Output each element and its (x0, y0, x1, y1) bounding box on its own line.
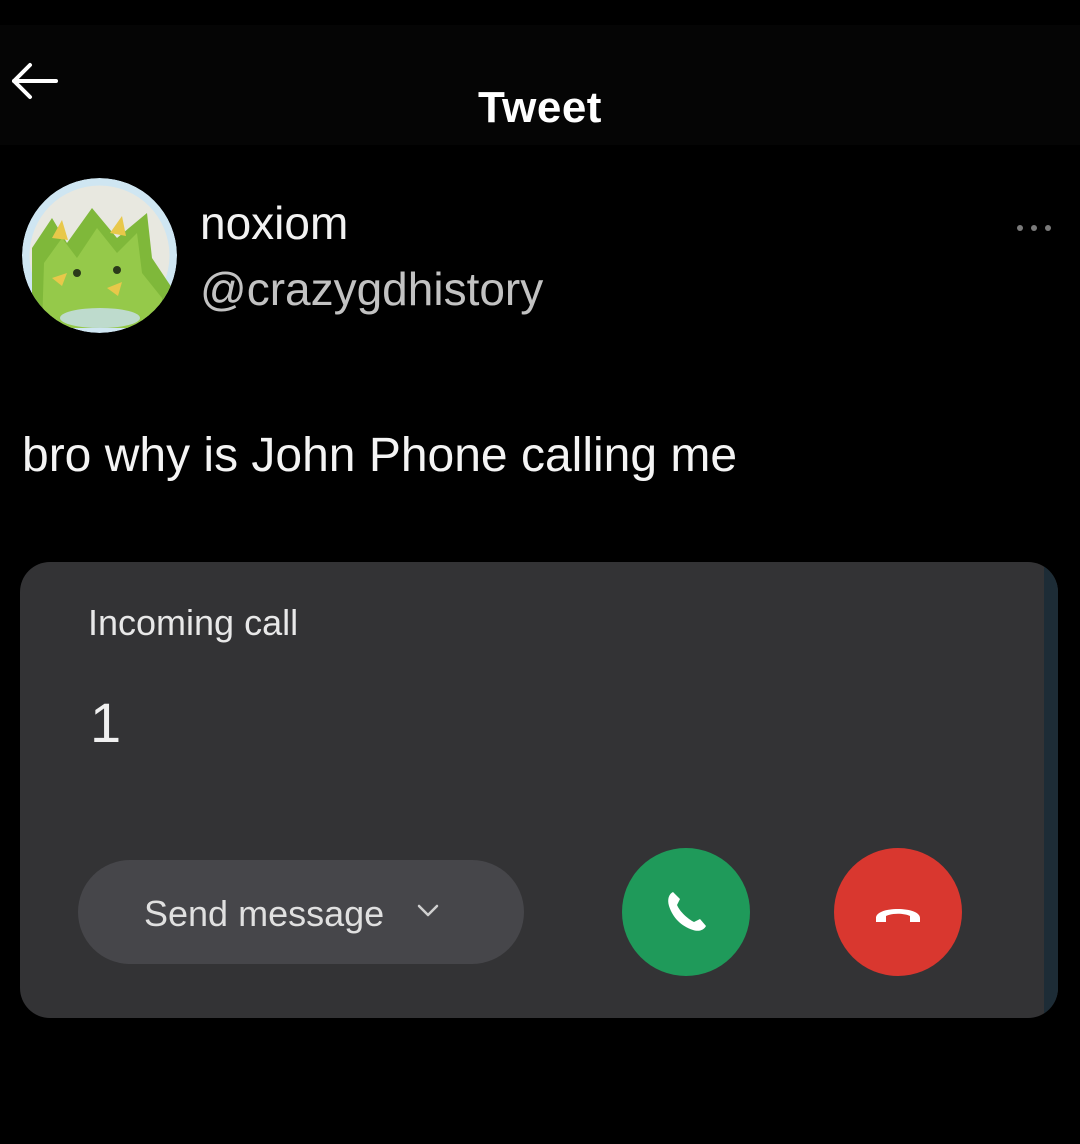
incoming-call-screenshot: Incoming call 1 Send message (20, 562, 1058, 1018)
card-edge (1044, 562, 1058, 1018)
send-message-label: Send message (144, 893, 385, 934)
send-message-button[interactable]: Send message (78, 860, 524, 964)
decline-call-button[interactable] (834, 848, 962, 976)
incoming-call-label: Incoming call (88, 602, 299, 643)
avatar[interactable] (22, 178, 177, 333)
author-display-name[interactable]: noxiom (200, 196, 348, 250)
more-horizontal-icon (1017, 225, 1051, 231)
page-title: Tweet (478, 83, 602, 132)
chevron-down-icon (417, 904, 439, 917)
cat-avatar-icon (22, 178, 177, 333)
accept-call-button[interactable] (622, 848, 750, 976)
phone-hangup-icon (876, 909, 920, 922)
phone-icon (668, 892, 706, 931)
tweet-text: bro why is John Phone calling me (22, 429, 738, 482)
caller-number: 1 (90, 691, 122, 754)
author-handle[interactable]: @crazygdhistory (200, 262, 543, 316)
more-options-button[interactable] (1012, 216, 1056, 240)
top-bar: Tweet (0, 25, 1080, 145)
